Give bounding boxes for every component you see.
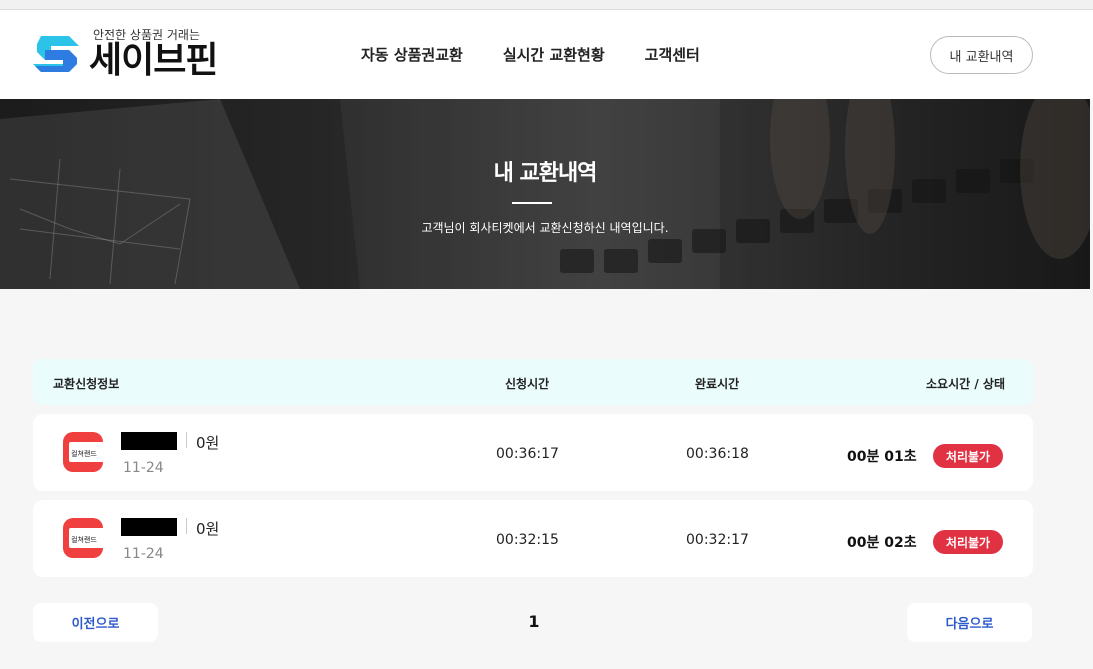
svg-text:컬쳐랜드: 컬쳐랜드 [71,535,97,544]
amount: 0원 [196,434,220,452]
cultureland-logo-icon: 컬쳐랜드 [63,518,104,558]
amount: 0원 [196,520,220,538]
table-header: 교환신청정보 신청시간 완료시간 소요시간 / 상태 [33,359,1033,405]
request-date: 11-24 [123,546,164,562]
svg-text:컬쳐랜드: 컬쳐랜드 [71,449,97,458]
redacted-product-name [121,432,177,450]
request-date: 11-24 [123,460,164,476]
prev-page-button[interactable]: 이전으로 [33,603,158,642]
request-time: 00:32:15 [496,532,559,548]
page-title: 내 교환내역 [493,161,598,186]
col-header-complete-time: 완료시간 [695,377,740,391]
col-header-duration-status: 소요시간 / 상태 [926,377,1005,391]
title-underline [512,202,552,204]
col-header-request-time: 신청시간 [505,377,550,391]
table-row: 컬쳐랜드 0원 11-24 00:32:15 00:32:17 00분 02초 … [33,500,1033,577]
top-strip [0,0,1093,9]
page-number[interactable]: 1 [520,612,548,631]
cultureland-logo-icon: 컬쳐랜드 [63,432,104,472]
status-badge: 처리불가 [933,530,1003,554]
nav-realtime-status[interactable]: 실시간 교환현황 [503,44,605,65]
my-history-button[interactable]: 내 교환내역 [930,36,1033,74]
hero-banner: 내 교환내역 고객님이 회사티켓에서 교환신청하신 내역입니다. [0,99,1090,289]
logo-brand-name: 세이브핀 [89,40,218,81]
request-time: 00:36:17 [496,446,559,462]
main-nav: 자동 상품권교환 실시간 교환현황 고객센터 [361,44,700,65]
status-badge: 처리불가 [933,444,1003,468]
next-page-button[interactable]: 다음으로 [907,603,1032,642]
divider [186,518,187,534]
redacted-product-name [121,518,177,536]
complete-time: 00:32:17 [686,532,749,548]
site-logo[interactable]: 안전한 상품권 거래는 세이브핀 [33,26,243,86]
table-row: 컬쳐랜드 0원 11-24 00:36:17 00:36:18 00분 01초 … [33,414,1033,491]
nav-customer-center[interactable]: 고객센터 [645,44,700,65]
page-subtitle: 고객님이 회사티켓에서 교환신청하신 내역입니다. [421,221,669,235]
logo-mark-icon [33,36,79,72]
nav-auto-exchange[interactable]: 자동 상품권교환 [361,44,463,65]
complete-time: 00:36:18 [686,446,749,462]
hero-background-graphic [0,99,1090,289]
duration: 00분 02초 [847,535,917,551]
divider [186,432,187,448]
col-header-info: 교환신청정보 [53,377,120,391]
duration: 00분 01초 [847,449,917,465]
site-header: 안전한 상품권 거래는 세이브핀 자동 상품권교환 실시간 교환현황 고객센터 … [0,9,1093,100]
